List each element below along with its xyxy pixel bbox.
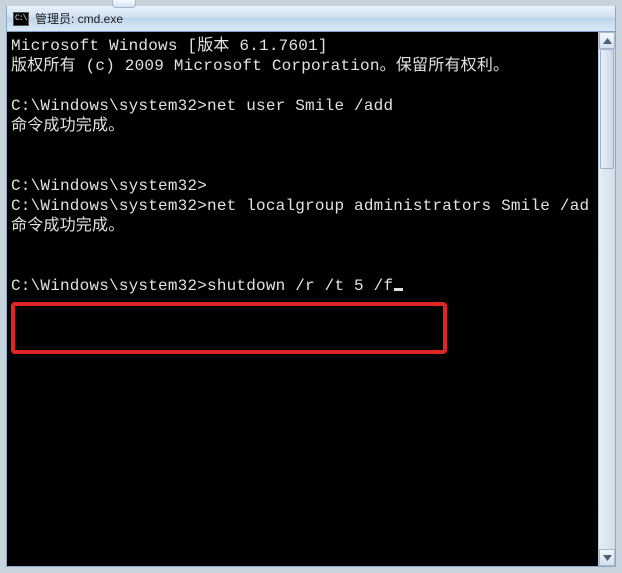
terminal-content[interactable]: Microsoft Windows [版本 6.1.7601] 版权所有 (c)… xyxy=(11,36,611,296)
terminal-area[interactable]: Microsoft Windows [版本 6.1.7601] 版权所有 (c)… xyxy=(7,32,615,566)
terminal-current-command[interactable]: shutdown /r /t 5 /f xyxy=(207,277,393,295)
titlebar[interactable]: 管理员: cmd.exe xyxy=(7,6,615,32)
terminal-line: C:\Windows\system32> xyxy=(11,177,207,195)
terminal-line: 命令成功完成。 xyxy=(11,117,124,135)
scrollbar-thumb[interactable] xyxy=(600,49,614,169)
scroll-down-button[interactable] xyxy=(599,549,615,566)
scroll-up-button[interactable] xyxy=(599,32,615,49)
cmd-window: 管理员: cmd.exe Microsoft Windows [版本 6.1.7… xyxy=(6,6,616,567)
chevron-up-icon xyxy=(603,38,612,44)
terminal-line: Microsoft Windows [版本 6.1.7601] xyxy=(11,37,328,55)
chevron-down-icon xyxy=(603,555,612,561)
resize-handle-icon xyxy=(112,0,136,8)
terminal-line: 命令成功完成。 xyxy=(11,217,124,235)
window-title: 管理员: cmd.exe xyxy=(35,10,123,27)
terminal-line: C:\Windows\system32>net localgroup admin… xyxy=(11,197,589,215)
terminal-line: C:\Windows\system32>net user Smile /add xyxy=(11,97,393,115)
cmd-icon xyxy=(13,12,29,26)
cursor-icon xyxy=(394,288,403,291)
annotation-highlight-box xyxy=(11,302,447,354)
vertical-scrollbar[interactable] xyxy=(598,32,615,566)
terminal-line: 版权所有 (c) 2009 Microsoft Corporation。保留所有… xyxy=(11,57,509,75)
terminal-prompt: C:\Windows\system32> xyxy=(11,277,207,295)
screenshot-root: 管理员: cmd.exe Microsoft Windows [版本 6.1.7… xyxy=(0,0,622,573)
